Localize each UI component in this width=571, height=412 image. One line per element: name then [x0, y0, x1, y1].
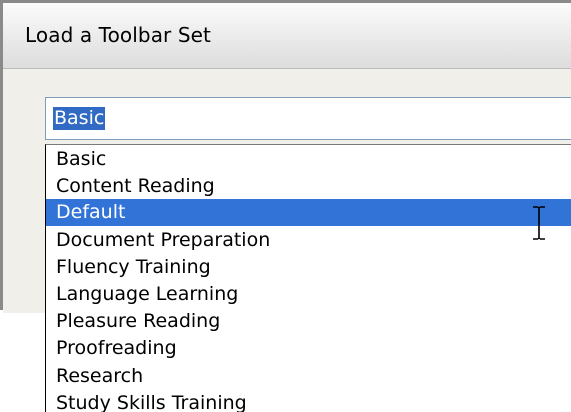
dropdown-option-proofreading[interactable]: Proofreading [46, 335, 571, 362]
text-cursor-icon [533, 206, 545, 240]
dropdown-option-basic[interactable]: Basic [46, 146, 571, 173]
combo-selected-text[interactable]: Basic [53, 107, 106, 130]
dropdown-option-default[interactable]: Default [46, 199, 571, 226]
dropdown-option-language-learning[interactable]: Language Learning [46, 281, 571, 308]
toolbar-set-dropdown-list[interactable]: Basic Content Reading Default Document P… [45, 144, 571, 412]
screen: Load a Toolbar Set Basic Basic Content R… [0, 0, 571, 412]
dropdown-option-fluency-training[interactable]: Fluency Training [46, 254, 571, 281]
toolbar-set-combo-input[interactable]: Basic [45, 97, 571, 140]
dropdown-option-pleasure-reading[interactable]: Pleasure Reading [46, 308, 571, 335]
dialog-title-bar[interactable]: Load a Toolbar Set [3, 3, 571, 69]
dropdown-option-research[interactable]: Research [46, 363, 571, 390]
dialog-title: Load a Toolbar Set [25, 23, 211, 47]
dropdown-option-study-skills-training[interactable]: Study Skills Training [46, 390, 571, 412]
dropdown-option-document-preparation[interactable]: Document Preparation [46, 227, 571, 254]
dropdown-option-content-reading[interactable]: Content Reading [46, 173, 571, 200]
